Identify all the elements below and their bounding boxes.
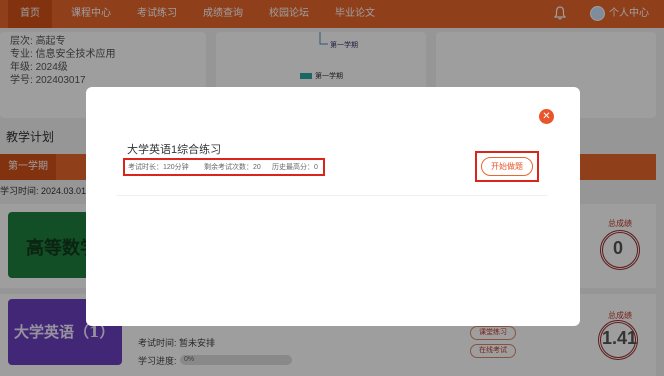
modal-divider — [116, 195, 548, 196]
exam-modal: ✕ 大学英语1综合练习 考试时长：120分钟 剩余考试次数：20 历史最高分：0… — [86, 87, 580, 326]
highest-score: 历史最高分：0 — [272, 164, 318, 171]
start-button-highlight: 开始做题 — [475, 151, 539, 182]
exam-duration: 考试时长：120分钟 — [128, 164, 189, 171]
remaining-attempts: 剩余考试次数：20 — [204, 164, 261, 171]
start-exam-button[interactable]: 开始做题 — [481, 157, 533, 176]
close-icon[interactable]: ✕ — [539, 109, 554, 124]
exam-meta-highlight: 考试时长：120分钟 剩余考试次数：20 历史最高分：0 — [123, 158, 325, 176]
exam-title: 大学英语1综合练习 — [127, 144, 222, 156]
